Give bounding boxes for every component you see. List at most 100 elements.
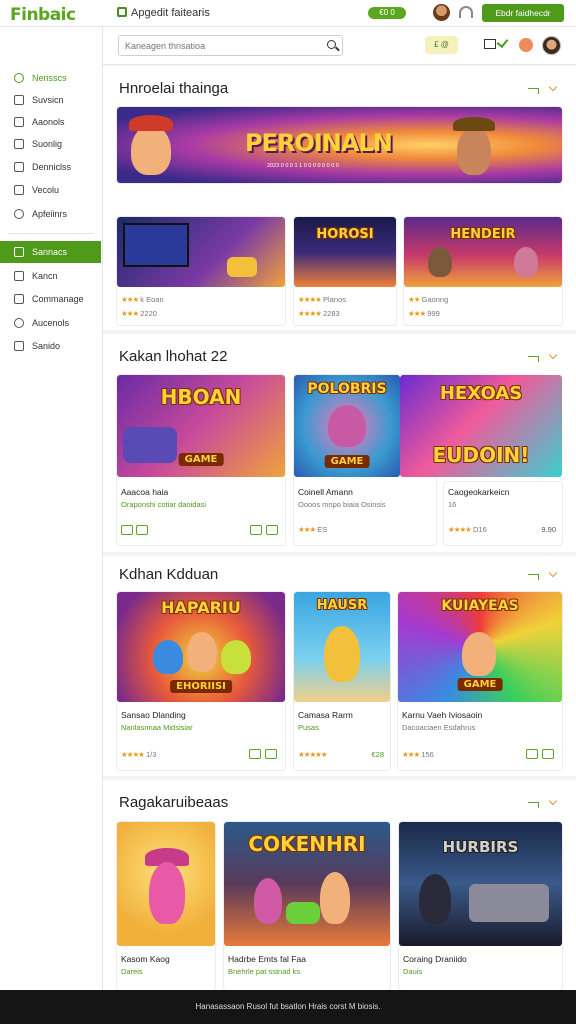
section-controls [528, 568, 560, 582]
game-card[interactable]: KUIAYEAS GAME Karnu Vaeh Iviosaoin Dacoa… [398, 592, 562, 770]
square-icon [14, 341, 24, 351]
profile-avatar[interactable] [433, 4, 450, 21]
sidebar-item-3[interactable]: Aaonols [0, 111, 101, 133]
controller-pill[interactable]: £ @ [425, 36, 458, 54]
cart-add-icon[interactable] [266, 525, 278, 535]
sidebar-item-games[interactable]: Sannacs [0, 241, 101, 263]
sidebar-item-6[interactable]: Vecolu [0, 179, 101, 201]
card-art-tag: GAME [178, 453, 224, 466]
section-title: Kdhan Kdduan [119, 566, 219, 583]
sidebar-item-9[interactable]: Kancn [0, 265, 101, 287]
game-card[interactable]: HAUSR Camasa Rarm Pusas ★★★★★ €28 [294, 592, 390, 770]
store-icon [117, 7, 127, 17]
game-card[interactable]: HOROSI ★★★★ Planos ★★★★ 2283 [294, 217, 396, 325]
game-card[interactable]: HENDEIR ★★ Gaonng ★★★ 999 [404, 217, 562, 325]
card-rating-count: ★★★ 999 [408, 309, 440, 318]
sidebar-item-11[interactable]: Aucenols [0, 312, 101, 334]
headset-icon[interactable] [459, 6, 473, 18]
games-icon [14, 247, 24, 257]
chevron-down-icon[interactable] [548, 82, 558, 92]
sidebar: Nensscs Suvsicn Aaonols Suonlig Dennicls… [0, 27, 103, 990]
game-card[interactable]: ★★★ k Eoan ★★★ 2220 [117, 217, 285, 325]
store-title[interactable]: Apgedit faitearis [117, 7, 210, 19]
section-controls [528, 350, 560, 364]
status-badge: €0 0 [368, 7, 406, 19]
circle-icon [14, 318, 24, 328]
search-box[interactable] [118, 35, 343, 56]
chevron-down-icon[interactable] [548, 350, 558, 360]
card-title: Aaacoa haia [121, 487, 169, 497]
hero-banner[interactable]: PEROINALN 2023 0 0 0 1 1 0 0 0 0 0 0 0 0 [117, 107, 562, 183]
game-card-info[interactable]: Caogeokarkeicn 16 ★★★★ D16 9.90 [444, 482, 562, 545]
chevron-down-icon[interactable] [548, 568, 558, 578]
search-input[interactable] [125, 39, 315, 53]
cart-icon[interactable] [484, 39, 496, 49]
share-icon[interactable] [136, 525, 148, 535]
sidebar-item-2[interactable]: Suvsicn [0, 89, 101, 111]
card-art-title: HAUSR [316, 598, 368, 613]
notification-dot[interactable] [519, 38, 533, 52]
game-card[interactable]: Kasom Kaog Dareis [117, 822, 215, 990]
user-avatar[interactable] [542, 36, 561, 55]
people-icon [14, 294, 24, 304]
card-art-title: KUIAYEAS [441, 598, 519, 614]
cart-add-icon[interactable] [265, 749, 277, 759]
wishlist-icon[interactable] [250, 525, 262, 535]
section-featured: Hnroelai thainga PEROINALN 2023 0 0 0 1 … [103, 66, 576, 330]
sidebar-item-home[interactable]: Nensscs [0, 67, 101, 89]
sidebar-item-12[interactable]: Sanido [0, 335, 101, 357]
card-subtitle: Dacoaciaen Esdahrus [402, 723, 476, 732]
card-rating: ★★★★ D16 [448, 525, 487, 534]
signin-button[interactable]: Ebdr faidhecdr fiaunitis [482, 4, 564, 36]
card-title: Caogeokarkeicn [448, 487, 510, 497]
card-art-title: POLOBRIS [307, 381, 387, 397]
game-card[interactable]: HAPARIU EHORIISI Sansao Dlanding Nanlasn… [117, 592, 285, 770]
arrow-icon[interactable] [528, 356, 539, 362]
sidebar-item-10[interactable]: Commanage [0, 288, 101, 310]
section-4: Ragakaruibeaas Kasom Kaog Dareis COKENHR… [103, 780, 576, 990]
card-art-tag: EHORIISI [170, 680, 232, 693]
card-rating: ★★★ ES [298, 525, 328, 534]
card-title: Karnu Vaeh Iviosaoin [402, 710, 483, 720]
hero-subtitle: 2023 0 0 0 1 1 0 0 0 0 0 0 0 0 [267, 163, 339, 169]
game-card[interactable]: HBOAN GAME Aaacoa haia Oraponshi cotiar … [117, 375, 285, 545]
card-rating-count: ★★★ 2220 [121, 309, 157, 318]
card-title: Coinell Amann [298, 487, 353, 497]
arrow-icon[interactable] [528, 802, 539, 808]
chat-icon [14, 139, 24, 149]
card-rating: ★★★★ 1/3 [121, 750, 157, 759]
footer-text: Hanasassaon Rusol fut bsatlon Hrais cors… [195, 1002, 381, 1011]
sidebar-item-4[interactable]: Suonlig [0, 133, 101, 155]
card-rating-count: ★★★★ 2283 [298, 309, 340, 318]
card-art-title: HEXOAS [439, 383, 523, 404]
card-art-tag: GAME [324, 455, 370, 468]
cart-add-icon[interactable] [542, 749, 554, 759]
sidebar-item-7[interactable]: Apfeiinrs [0, 203, 101, 225]
home-icon [14, 73, 24, 83]
wishlist-icon[interactable] [249, 749, 261, 759]
game-card[interactable]: HURBIRS Coraing Draniido Dauis [399, 822, 562, 990]
chevron-down-icon[interactable] [548, 796, 558, 806]
app-logo[interactable]: Finbaic [10, 5, 76, 25]
card-rating: ★★★★★ [298, 750, 328, 759]
arrow-icon[interactable] [528, 88, 539, 94]
card-subtitle: Bnehrle pat sstnad ks [228, 967, 301, 976]
sidebar-item-5[interactable]: Denniclss [0, 156, 101, 178]
arrow-icon[interactable] [528, 574, 539, 580]
card-label: 16 [448, 500, 457, 509]
square-icon [14, 271, 24, 281]
gear-icon [14, 209, 24, 219]
wishlist-icon[interactable] [526, 749, 538, 759]
check-icon [496, 35, 509, 49]
card-title: Hadrbe Emts fal Faa [228, 954, 306, 964]
card-art-tag: GAME [457, 678, 503, 691]
game-card[interactable]: COKENHRI Hadrbe Emts fal Faa Bnehrle pat… [224, 822, 390, 990]
add-icon[interactable] [121, 525, 133, 535]
card-title: Kasom Kaog [121, 954, 170, 964]
search-icon[interactable] [327, 40, 336, 49]
grid-icon [14, 95, 24, 105]
card-rating: ★★★ k Eoan [121, 295, 164, 304]
card-title: Coraing Draniido [403, 954, 467, 964]
card-title: Sansao Dlanding [121, 710, 186, 720]
card-art-tag: EUDOIN! [432, 443, 530, 467]
